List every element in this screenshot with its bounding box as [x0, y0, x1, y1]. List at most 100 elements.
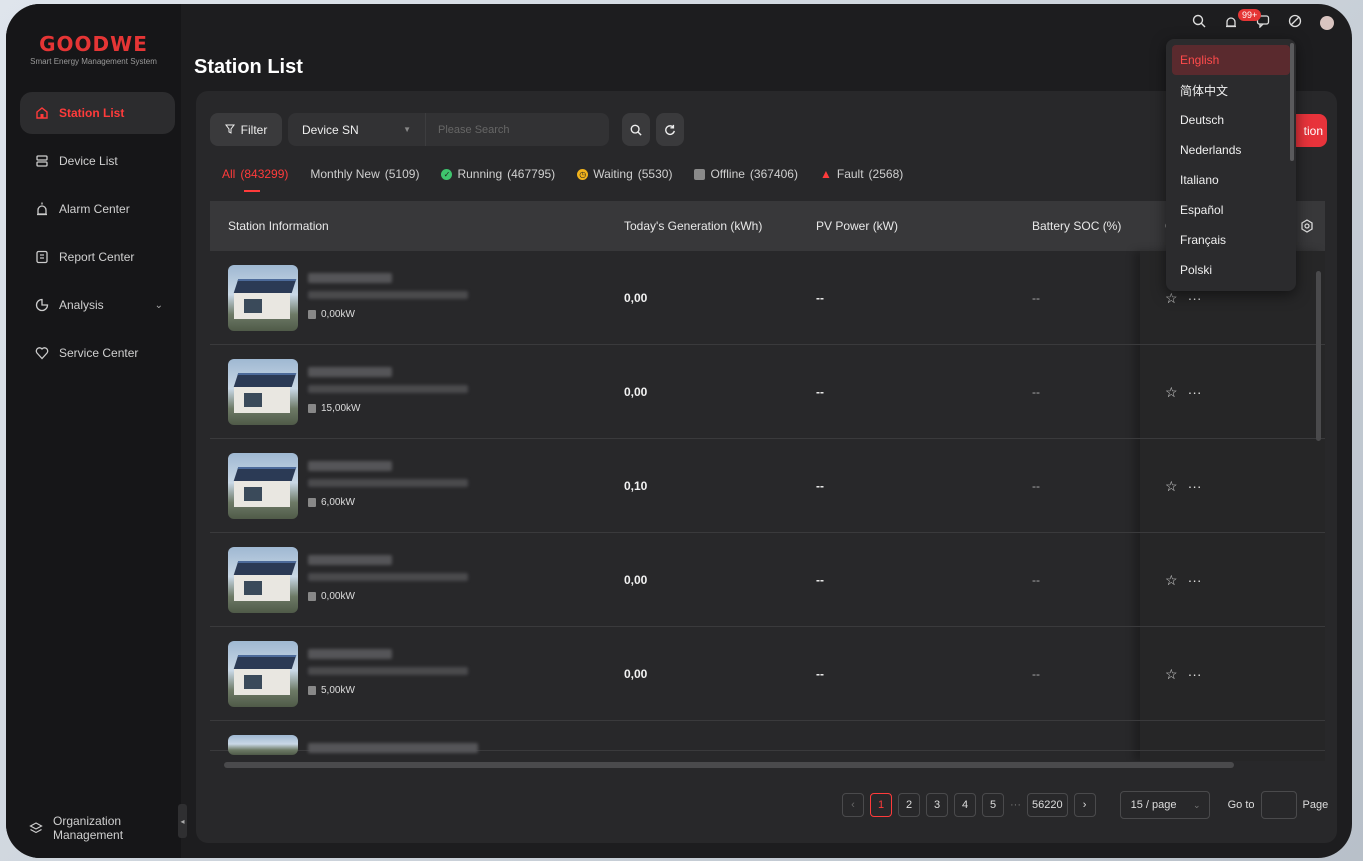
- language-option[interactable]: Nederlands: [1172, 135, 1290, 165]
- star-icon[interactable]: ☆: [1165, 572, 1178, 589]
- star-icon[interactable]: ☆: [1165, 666, 1178, 683]
- filter-button[interactable]: Filter: [210, 113, 282, 146]
- avatar[interactable]: [1320, 15, 1334, 30]
- alarm-icon: [34, 202, 49, 217]
- station-thumbnail[interactable]: [228, 265, 298, 331]
- tab-running[interactable]: ✓ Running (467795): [441, 167, 555, 181]
- organization-management-link[interactable]: Organization Management: [28, 814, 123, 842]
- station-name-redacted: [308, 461, 392, 471]
- sidebar-item-label: Alarm Center: [59, 202, 130, 216]
- tab-label: Waiting: [593, 167, 633, 181]
- station-address-redacted: [308, 291, 468, 299]
- page-title: Station List: [194, 56, 303, 78]
- station-thumbnail[interactable]: [228, 547, 298, 613]
- column-pv-power: PV Power (kW): [816, 219, 899, 233]
- search-field-select[interactable]: Device SN ▼: [288, 113, 426, 146]
- station-thumbnail[interactable]: [228, 735, 298, 755]
- tab-count: (5109): [384, 167, 420, 181]
- table-row[interactable]: [210, 721, 1325, 755]
- pagination-ellipsis[interactable]: ···: [1010, 799, 1021, 811]
- search-icon[interactable]: [1192, 14, 1206, 31]
- station-address-redacted: [308, 573, 468, 581]
- table-row[interactable]: 0,00kW 0,00 -- -- ☆ ···: [210, 251, 1325, 345]
- sidebar: GOODWE Smart Energy Management System St…: [6, 4, 181, 858]
- language-option[interactable]: English: [1172, 45, 1290, 75]
- tab-all[interactable]: All (843299): [222, 167, 288, 192]
- page-size-select[interactable]: 15 / page ⌄: [1119, 791, 1210, 819]
- notification-button[interactable]: 99+: [1224, 9, 1262, 31]
- more-icon[interactable]: ···: [1188, 666, 1202, 682]
- language-option[interactable]: 简体中文: [1172, 75, 1290, 105]
- wall-shape: [234, 387, 290, 413]
- pv-power-cell: --: [816, 479, 824, 493]
- row-actions: ☆ ···: [1165, 533, 1202, 627]
- vertical-scrollbar[interactable]: [1316, 271, 1321, 441]
- horizontal-scrollbar[interactable]: [224, 762, 1234, 768]
- sidebar-item-station-list[interactable]: Station List: [20, 92, 175, 134]
- last-page-button[interactable]: 56220: [1027, 793, 1068, 817]
- wall-shape: [234, 293, 290, 319]
- station-thumbnail[interactable]: [228, 641, 298, 707]
- table-row[interactable]: 6,00kW 0,10 -- -- ☆ ···: [210, 439, 1325, 533]
- language-option[interactable]: Français: [1172, 225, 1290, 255]
- refresh-icon: [665, 124, 675, 135]
- tab-count: (467795): [507, 167, 556, 181]
- roof-shape: [233, 561, 297, 575]
- search-input[interactable]: [426, 123, 609, 136]
- station-name-redacted: [308, 743, 478, 753]
- refresh-button[interactable]: [656, 113, 684, 146]
- more-icon[interactable]: ···: [1188, 572, 1202, 588]
- language-icon[interactable]: [1288, 14, 1302, 31]
- station-capacity: 0,00kW: [308, 591, 355, 602]
- sidebar-item-service-center[interactable]: Service Center: [20, 332, 175, 374]
- column-settings-icon[interactable]: [1300, 201, 1314, 251]
- capacity-icon: [308, 686, 316, 695]
- more-icon[interactable]: ···: [1188, 290, 1202, 306]
- table-row[interactable]: 15,00kW 0,00 -- -- ☆ ···: [210, 345, 1325, 439]
- pv-power-cell: --: [816, 385, 824, 399]
- logo-subtitle: Smart Energy Management System: [30, 57, 157, 66]
- station-thumbnail[interactable]: [228, 359, 298, 425]
- capacity-value: 6,00kW: [321, 497, 355, 508]
- language-option[interactable]: Italiano: [1172, 165, 1290, 195]
- page-button[interactable]: 4: [954, 793, 976, 817]
- sidebar-item-report-center[interactable]: Report Center: [20, 236, 175, 278]
- sidebar-item-analysis[interactable]: Analysis ⌄: [20, 284, 175, 326]
- org-label-line2: Management: [53, 828, 124, 842]
- page-size-value: 15 / page: [1130, 799, 1177, 811]
- language-option[interactable]: Deutsch: [1172, 105, 1290, 135]
- page-button[interactable]: 2: [898, 793, 920, 817]
- page-button[interactable]: 3: [926, 793, 948, 817]
- page-button[interactable]: 1: [870, 793, 892, 817]
- goto-page-input[interactable]: [1260, 791, 1297, 819]
- battery-soc-cell: --: [1032, 667, 1040, 681]
- station-thumbnail[interactable]: [228, 453, 298, 519]
- dropdown-scrollbar[interactable]: [1290, 43, 1294, 161]
- next-page-button[interactable]: ›: [1073, 793, 1096, 817]
- page-button[interactable]: 5: [982, 793, 1004, 817]
- tab-fault[interactable]: ▲ Fault (2568): [820, 167, 903, 181]
- window-shape: [244, 581, 262, 595]
- more-icon[interactable]: ···: [1188, 384, 1202, 400]
- star-icon[interactable]: ☆: [1165, 384, 1178, 401]
- star-icon[interactable]: ☆: [1165, 290, 1178, 307]
- tab-waiting[interactable]: ◷ Waiting (5530): [577, 167, 672, 181]
- language-option[interactable]: Español: [1172, 195, 1290, 225]
- org-label-line1: Organization: [53, 814, 122, 828]
- more-icon[interactable]: ···: [1188, 478, 1202, 494]
- sidebar-item-alarm-center[interactable]: Alarm Center: [20, 188, 175, 230]
- sidebar-item-device-list[interactable]: Device List: [20, 140, 175, 182]
- station-capacity: 5,00kW: [308, 685, 355, 696]
- table-row[interactable]: 0,00kW 0,00 -- -- ☆ ···: [210, 533, 1325, 627]
- tab-offline[interactable]: Offline (367406): [694, 167, 798, 181]
- table-body: 0,00kW 0,00 -- -- ☆ ··· 15,00kW 0,00 -- …: [210, 251, 1325, 755]
- station-address-redacted: [308, 385, 468, 393]
- prev-page-button[interactable]: ‹: [842, 793, 864, 817]
- search-button[interactable]: [622, 113, 650, 146]
- station-capacity: 0,00kW: [308, 309, 355, 320]
- star-icon[interactable]: ☆: [1165, 478, 1178, 495]
- table-row[interactable]: 5,00kW 0,00 -- -- ☆ ···: [210, 627, 1325, 721]
- sidebar-collapse-toggle[interactable]: ◂: [178, 804, 187, 838]
- tab-monthly-new[interactable]: Monthly New (5109): [310, 167, 419, 181]
- language-option[interactable]: Polski: [1172, 255, 1290, 285]
